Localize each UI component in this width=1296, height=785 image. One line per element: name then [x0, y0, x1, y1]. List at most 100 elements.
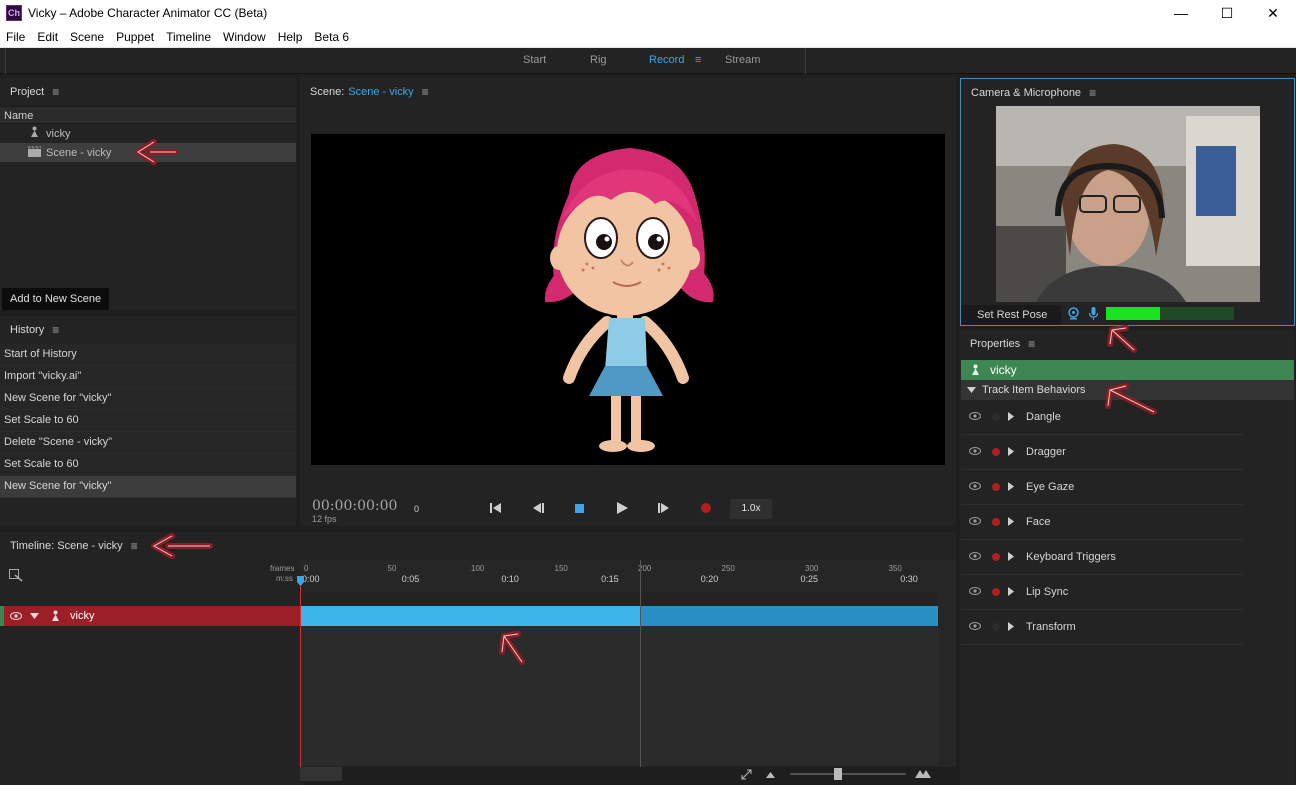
tab-stream[interactable]: Stream: [725, 54, 760, 66]
eye-icon[interactable]: [965, 621, 985, 633]
menu-scene[interactable]: Scene: [64, 30, 110, 44]
arm-dot-icon[interactable]: [992, 483, 1000, 491]
history-item[interactable]: Delete "Scene - vicky": [0, 432, 296, 454]
arm-dot-icon[interactable]: [992, 448, 1000, 456]
zoom-slider-track[interactable]: [790, 773, 906, 775]
history-item[interactable]: Import "vicky.ai": [0, 366, 296, 388]
project-menu-icon[interactable]: ≡: [52, 85, 59, 99]
timeline-ruler[interactable]: frames m:ss 0 50 100 150 200 250 300 350 0:00 0:0…: [270, 560, 938, 592]
close-button[interactable]: ✕: [1250, 0, 1296, 26]
tab-start[interactable]: Start: [523, 54, 546, 66]
arm-dot-icon[interactable]: [992, 623, 1000, 631]
timeline-panel: Timeline: Scene - vicky ≡ frames m:ss 0 5…: [0, 532, 956, 785]
arm-dot-icon[interactable]: [992, 413, 1000, 421]
properties-menu-icon[interactable]: ≡: [1028, 337, 1035, 351]
arm-dot-icon[interactable]: [992, 553, 1000, 561]
time-tick-label: 0:10: [501, 574, 519, 584]
eye-icon[interactable]: [965, 551, 985, 563]
playback-speed-button[interactable]: 1.0x: [730, 499, 772, 519]
history-item[interactable]: Start of History: [0, 344, 296, 366]
expand-triangle-icon[interactable]: [1008, 446, 1018, 458]
fit-view-icon[interactable]: [741, 769, 752, 780]
history-menu-icon[interactable]: ≡: [52, 323, 59, 337]
behavior-row[interactable]: Keyboard Triggers: [961, 540, 1243, 575]
expand-triangle-icon[interactable]: [1008, 586, 1018, 598]
behavior-row[interactable]: Transform: [961, 610, 1243, 645]
expand-triangle-icon[interactable]: [1008, 411, 1018, 423]
timeline-vertical-scrollbar[interactable]: [938, 560, 956, 767]
webcam-toggle-icon[interactable]: [1067, 307, 1080, 323]
expand-triangle-icon[interactable]: [1008, 481, 1018, 493]
menu-file[interactable]: File: [0, 30, 31, 44]
eye-icon[interactable]: [965, 586, 985, 598]
history-title: History: [10, 324, 45, 336]
timeline-fit-icon[interactable]: [9, 569, 23, 585]
timeline-horizontal-scrollbar[interactable]: [300, 767, 342, 781]
behavior-row[interactable]: Face: [961, 505, 1243, 540]
frame-tick-label: 100: [471, 564, 485, 573]
behavior-row[interactable]: Eye Gaze: [961, 470, 1243, 505]
eye-icon[interactable]: [10, 612, 22, 620]
history-item[interactable]: Set Scale to 60: [0, 410, 296, 432]
behavior-row[interactable]: Dragger: [961, 435, 1243, 470]
go-to-start-icon[interactable]: [484, 500, 506, 516]
track-area[interactable]: [300, 626, 938, 766]
history-item[interactable]: New Scene for "vicky": [0, 388, 296, 410]
minimize-button[interactable]: —: [1158, 0, 1204, 26]
microphone-level-meter: [1106, 307, 1234, 320]
zoom-in-icon[interactable]: [915, 770, 931, 778]
menu-timeline[interactable]: Timeline: [160, 30, 217, 44]
history-item[interactable]: Set Scale to 60: [0, 454, 296, 476]
project-name-column[interactable]: Name: [0, 106, 296, 124]
zoom-slider-thumb[interactable]: [834, 768, 842, 780]
expand-triangle-icon[interactable]: [1008, 516, 1018, 528]
properties-puppet-row[interactable]: vicky: [961, 360, 1294, 380]
playhead[interactable]: [300, 580, 301, 770]
camera-menu-icon[interactable]: ≡: [1089, 86, 1096, 100]
behavior-row[interactable]: Lip Sync: [961, 575, 1243, 610]
scene-name-link[interactable]: Scene - vicky: [348, 86, 413, 98]
zoom-out-icon[interactable]: [766, 772, 775, 778]
maximize-button[interactable]: ☐: [1204, 0, 1250, 26]
tab-rig[interactable]: Rig: [590, 54, 607, 66]
stop-icon[interactable]: [568, 500, 590, 516]
workspace-grip[interactable]: [0, 48, 6, 74]
tab-record[interactable]: Record: [649, 54, 684, 66]
timeline-header: Timeline: Scene - vicky ≡: [0, 532, 956, 560]
track-header-vicky[interactable]: vicky: [0, 606, 300, 626]
scene-panel: Scene: Scene - vicky ≡ 00:00:00:00 12 fp…: [300, 78, 956, 526]
step-forward-icon[interactable]: [652, 500, 674, 516]
play-icon[interactable]: [611, 500, 633, 516]
record-menu-icon[interactable]: ≡: [695, 54, 701, 66]
scene-stage[interactable]: [311, 134, 945, 465]
scene-frame-number: 0: [414, 504, 420, 514]
menu-puppet[interactable]: Puppet: [110, 30, 160, 44]
step-back-icon[interactable]: [527, 500, 549, 516]
menu-window[interactable]: Window: [217, 30, 272, 44]
menu-help[interactable]: Help: [272, 30, 309, 44]
arm-dot-icon[interactable]: [992, 518, 1000, 526]
work-area-end-line[interactable]: [640, 560, 641, 770]
menu-edit[interactable]: Edit: [31, 30, 64, 44]
history-item-selected[interactable]: New Scene for "vicky": [0, 476, 296, 498]
arm-dot-icon[interactable]: [992, 588, 1000, 596]
eye-icon[interactable]: [965, 446, 985, 458]
add-to-new-scene-button[interactable]: Add to New Scene: [2, 288, 110, 310]
eye-icon[interactable]: [965, 481, 985, 493]
playhead-handle-icon[interactable]: [297, 576, 304, 586]
set-rest-pose-button[interactable]: Set Rest Pose: [961, 305, 1061, 325]
workspace-bar: Start Rig Record ≡ Stream: [0, 48, 1296, 74]
track-bar-vicky[interactable]: [300, 606, 938, 626]
record-icon[interactable]: [695, 500, 717, 516]
eye-icon[interactable]: [965, 516, 985, 528]
scene-fps: 12 fps: [312, 514, 337, 524]
menu-beta[interactable]: Beta 6: [308, 30, 355, 44]
microphone-toggle-icon[interactable]: [1088, 307, 1099, 323]
expand-triangle-icon[interactable]: [1008, 551, 1018, 563]
menu-bar: File Edit Scene Puppet Timeline Window H…: [0, 26, 1296, 48]
scene-menu-icon[interactable]: ≡: [422, 85, 429, 99]
expand-triangle-icon[interactable]: [30, 613, 39, 619]
eye-icon[interactable]: [965, 411, 985, 423]
timeline-menu-icon[interactable]: ≡: [131, 539, 138, 553]
expand-triangle-icon[interactable]: [1008, 621, 1018, 633]
